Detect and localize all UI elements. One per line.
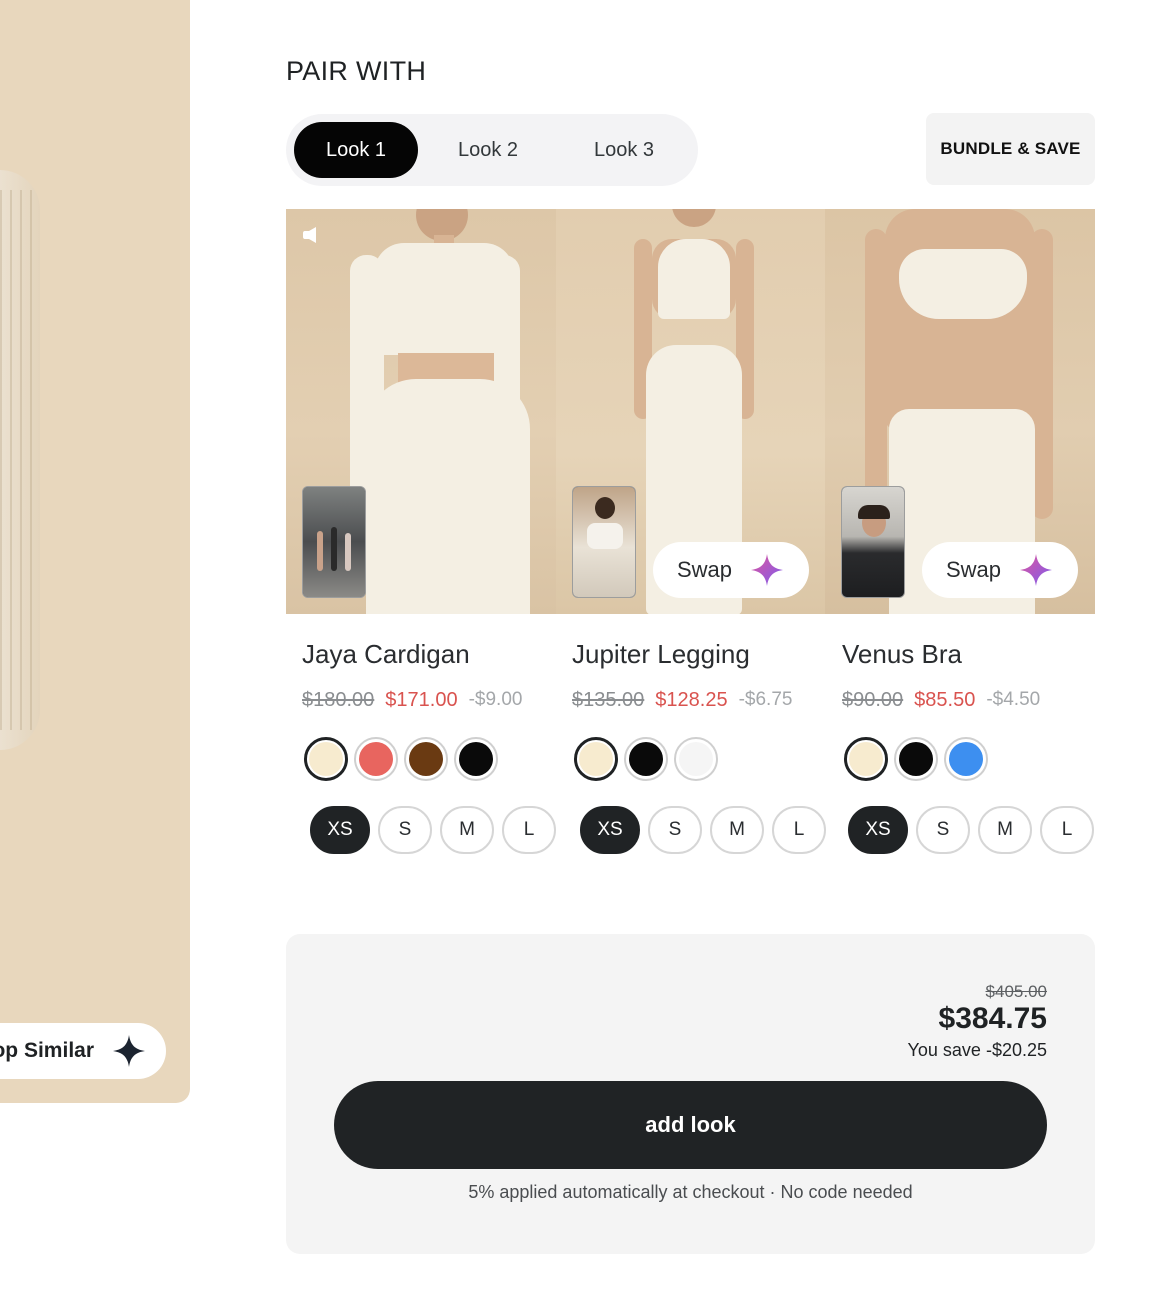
color-swatch[interactable] bbox=[944, 737, 988, 781]
swap-label: Swap bbox=[946, 557, 1002, 582]
color-swatch[interactable] bbox=[844, 737, 888, 781]
sparkle-icon bbox=[1020, 554, 1053, 586]
color-swatch[interactable] bbox=[404, 737, 448, 781]
product-card-jupiter-legging: Jupiter Legging $135.00 $128.25 -$6.75 X… bbox=[572, 630, 826, 854]
price-row: $180.00 $171.00 -$9.00 bbox=[302, 685, 572, 715]
price-discount: -$9.00 bbox=[468, 689, 523, 710]
price-original: $90.00 bbox=[842, 688, 904, 711]
shop-similar-button[interactable]: Shop Similar bbox=[0, 1023, 166, 1079]
add-look-button[interactable]: add look bbox=[334, 1081, 1047, 1169]
size-l-button[interactable]: L bbox=[502, 806, 556, 854]
size-xs-button[interactable]: XS bbox=[310, 806, 370, 854]
product-card-venus-bra: Venus Bra $90.00 $85.50 -$4.50 XS S M L bbox=[842, 630, 1096, 854]
color-swatch[interactable] bbox=[624, 737, 668, 781]
color-swatch[interactable] bbox=[354, 737, 398, 781]
color-swatch[interactable] bbox=[574, 737, 618, 781]
size-l-button[interactable]: L bbox=[1040, 806, 1094, 854]
size-s-button[interactable]: S bbox=[648, 806, 702, 854]
size-s-button[interactable]: S bbox=[378, 806, 432, 854]
size-xs-button[interactable]: XS bbox=[580, 806, 640, 854]
color-swatch[interactable] bbox=[674, 737, 718, 781]
hero-product-image bbox=[0, 170, 40, 750]
size-m-button[interactable]: M bbox=[978, 806, 1032, 854]
video-thumbnail[interactable] bbox=[572, 486, 636, 598]
tab-look-3[interactable]: Look 3 bbox=[558, 122, 690, 178]
price-sale: $128.25 bbox=[655, 688, 728, 711]
size-s-button[interactable]: S bbox=[916, 806, 970, 854]
color-swatches bbox=[844, 737, 1096, 781]
video-thumbnail[interactable] bbox=[841, 486, 905, 598]
product-image-jaya-cardigan[interactable] bbox=[286, 209, 556, 614]
swap-button[interactable]: Swap bbox=[922, 542, 1078, 598]
tab-look-1[interactable]: Look 1 bbox=[294, 122, 418, 178]
discount-note: 5% applied automatically at checkout · N… bbox=[468, 1182, 913, 1202]
hero-image-panel bbox=[0, 0, 190, 1103]
product-name[interactable]: Jaya Cardigan bbox=[302, 630, 572, 678]
price-original: $135.00 bbox=[572, 688, 645, 711]
price-sale: $171.00 bbox=[385, 688, 458, 711]
swap-label: Swap bbox=[677, 557, 733, 582]
mute-icon[interactable] bbox=[302, 225, 318, 245]
color-swatches bbox=[574, 737, 826, 781]
original-total: $405.00 bbox=[985, 982, 1047, 1001]
savings-text: You save -$20.25 bbox=[907, 1040, 1047, 1060]
price-discount: -$6.75 bbox=[738, 689, 793, 710]
product-card-jaya-cardigan: Jaya Cardigan $180.00 $171.00 -$9.00 XS … bbox=[302, 630, 572, 854]
size-options: XS S M L bbox=[580, 806, 826, 854]
product-image-jupiter-legging[interactable]: Swap bbox=[556, 209, 825, 614]
price-row: $135.00 $128.25 -$6.75 bbox=[572, 685, 826, 715]
product-images: Swap Swap bbox=[286, 209, 1095, 614]
look-tabs: Look 1 Look 2 Look 3 bbox=[286, 114, 698, 186]
bundle-total: $384.75 bbox=[938, 1002, 1047, 1035]
product-name[interactable]: Venus Bra bbox=[842, 630, 1096, 678]
bundle-summary: $405.00 $384.75 You save -$20.25 add loo… bbox=[286, 934, 1095, 1254]
shop-similar-label: Shop Similar bbox=[0, 1039, 94, 1062]
size-options: XS S M L bbox=[310, 806, 572, 854]
color-swatch[interactable] bbox=[454, 737, 498, 781]
size-l-button[interactable]: L bbox=[772, 806, 826, 854]
size-m-button[interactable]: M bbox=[440, 806, 494, 854]
product-name[interactable]: Jupiter Legging bbox=[572, 630, 826, 678]
price-sale: $85.50 bbox=[914, 688, 976, 711]
sparkle-icon bbox=[751, 554, 784, 586]
color-swatches bbox=[304, 737, 572, 781]
product-image-venus-bra[interactable]: Swap bbox=[825, 209, 1095, 614]
price-discount: -$4.50 bbox=[986, 689, 1041, 710]
size-options: XS S M L bbox=[848, 806, 1096, 854]
tab-look-2[interactable]: Look 2 bbox=[418, 122, 558, 178]
size-m-button[interactable]: M bbox=[710, 806, 764, 854]
bundle-and-save-button[interactable]: BUNDLE & SAVE bbox=[926, 113, 1095, 185]
price-original: $180.00 bbox=[302, 688, 375, 711]
color-swatch[interactable] bbox=[894, 737, 938, 781]
sparkle-icon bbox=[113, 1035, 145, 1067]
section-title: PAIR WITH bbox=[286, 56, 427, 86]
swap-button[interactable]: Swap bbox=[653, 542, 809, 598]
price-row: $90.00 $85.50 -$4.50 bbox=[842, 685, 1096, 715]
size-xs-button[interactable]: XS bbox=[848, 806, 908, 854]
video-thumbnail[interactable] bbox=[302, 486, 366, 598]
color-swatch[interactable] bbox=[304, 737, 348, 781]
